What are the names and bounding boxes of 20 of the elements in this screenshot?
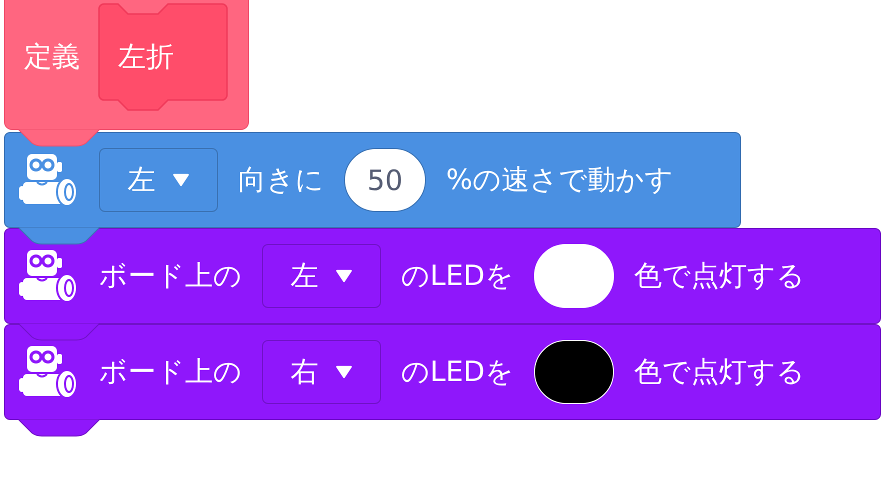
block-text: ボード上の: [99, 258, 242, 294]
dropdown-menu[interactable]: 左: [99, 148, 218, 212]
block-text: %の速さで動かす: [446, 162, 674, 198]
dropdown-menu[interactable]: 右: [262, 340, 381, 404]
block-text: のLEDを: [401, 258, 514, 294]
define-label: 定義: [24, 39, 80, 75]
block-text: 色で点灯する: [634, 258, 805, 294]
number-input[interactable]: 50: [344, 148, 426, 212]
block-text: ボード上の: [99, 354, 242, 390]
dropdown-arrow-icon: [334, 269, 352, 283]
block-text: 向きに: [238, 162, 324, 198]
dropdown-arrow-icon: [172, 173, 190, 187]
block-text: のLEDを: [401, 354, 514, 390]
robot-icon: [19, 344, 79, 400]
block-text: 色で点灯する: [634, 354, 805, 390]
dropdown-arrow-icon: [334, 365, 352, 379]
procedure-block[interactable]: 左折: [98, 3, 228, 113]
robot-icon: [19, 152, 79, 208]
robot-icon: [19, 248, 79, 304]
dropdown-menu[interactable]: 左: [262, 244, 381, 308]
